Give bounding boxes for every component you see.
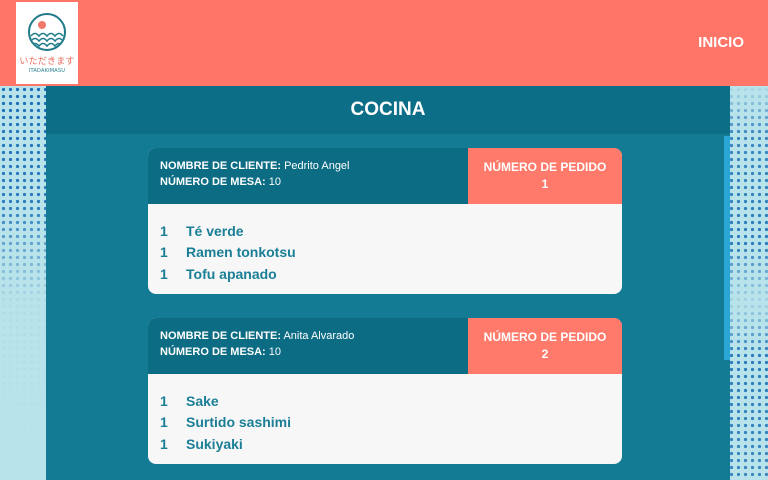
- order-item: 1 Tofu apanado: [160, 263, 610, 285]
- panel-title-bar: COCINA: [46, 86, 730, 134]
- logo-japanese-text: いただきます: [19, 57, 75, 67]
- nav-home-link[interactable]: INICIO: [698, 34, 744, 51]
- table-number: 10: [268, 176, 282, 188]
- order-number-label: NÚMERO DE PEDIDO: [483, 330, 607, 344]
- item-quantity: 1: [160, 222, 168, 239]
- order-header: NOMBRE DE CLIENTE: Anita Alvarado NÚMERO…: [148, 318, 622, 374]
- order-item: 1 Surtido sashimi: [160, 412, 610, 434]
- client-label: NOMBRE DE CLIENTE:: [160, 330, 281, 342]
- order-item: 1 Sake: [160, 390, 610, 412]
- order-number-value: 1: [541, 177, 549, 191]
- background-fade-right: [730, 86, 768, 480]
- client-name: Pedrito Angel: [284, 160, 350, 172]
- item-quantity: 1: [160, 392, 168, 409]
- order-card: NOMBRE DE CLIENTE: Anita Alvarado NÚMERO…: [148, 318, 622, 464]
- wave-sun-logo-icon: [28, 13, 66, 51]
- client-row: NOMBRE DE CLIENTE: Pedrito Angel: [160, 158, 456, 174]
- order-items-list: 1 Sake 1 Surtido sashimi 1 Sukiyaki: [148, 374, 622, 455]
- scrollbar-thumb[interactable]: [724, 136, 730, 360]
- order-card: NOMBRE DE CLIENTE: Pedrito Angel NÚMERO …: [148, 148, 622, 294]
- brand-logo[interactable]: いただきます ITADAKIMASU: [16, 2, 78, 84]
- order-info: NOMBRE DE CLIENTE: Pedrito Angel NÚMERO …: [148, 148, 468, 204]
- item-quantity: 1: [160, 244, 168, 261]
- item-name: Ramen tonkotsu: [186, 244, 296, 261]
- table-row: NÚMERO DE MESA: 10: [160, 174, 456, 190]
- order-header: NOMBRE DE CLIENTE: Pedrito Angel NÚMERO …: [148, 148, 622, 204]
- table-number: 10: [268, 346, 282, 358]
- kitchen-panel: COCINA NOMBRE DE CLIENTE: Pedrito Angel …: [46, 86, 730, 480]
- order-number-box: NÚMERO DE PEDIDO 1: [468, 148, 622, 204]
- item-quantity: 1: [160, 414, 168, 431]
- background-fade-left: [0, 86, 46, 480]
- page-title: COCINA: [350, 99, 426, 120]
- item-quantity: 1: [160, 435, 168, 452]
- table-label: NÚMERO DE MESA:: [160, 176, 266, 188]
- item-name: Sukiyaki: [186, 435, 243, 452]
- item-name: Surtido sashimi: [186, 414, 292, 431]
- logo-romaji-text: ITADAKIMASU: [28, 68, 66, 74]
- item-name: Tofu apanado: [186, 265, 277, 282]
- top-header: いただきます ITADAKIMASU INICIO: [0, 0, 768, 86]
- order-number-label: NÚMERO DE PEDIDO: [483, 160, 607, 174]
- order-number-box: NÚMERO DE PEDIDO 2: [468, 318, 622, 374]
- client-row: NOMBRE DE CLIENTE: Anita Alvarado: [160, 328, 456, 344]
- order-info: NOMBRE DE CLIENTE: Anita Alvarado NÚMERO…: [148, 318, 468, 374]
- order-number-value: 2: [541, 347, 549, 361]
- client-label: NOMBRE DE CLIENTE:: [160, 160, 281, 172]
- order-item: 1 Ramen tonkotsu: [160, 242, 610, 264]
- table-row: NÚMERO DE MESA: 10: [160, 344, 456, 360]
- order-item: 1 Sukiyaki: [160, 433, 610, 455]
- client-name: Anita Alvarado: [283, 330, 355, 342]
- item-name: Té verde: [186, 222, 244, 239]
- table-label: NÚMERO DE MESA:: [160, 346, 266, 358]
- item-name: Sake: [186, 392, 219, 409]
- order-items-list: 1 Té verde 1 Ramen tonkotsu 1 Tofu apana…: [148, 204, 622, 285]
- item-quantity: 1: [160, 265, 168, 282]
- order-item: 1 Té verde: [160, 220, 610, 242]
